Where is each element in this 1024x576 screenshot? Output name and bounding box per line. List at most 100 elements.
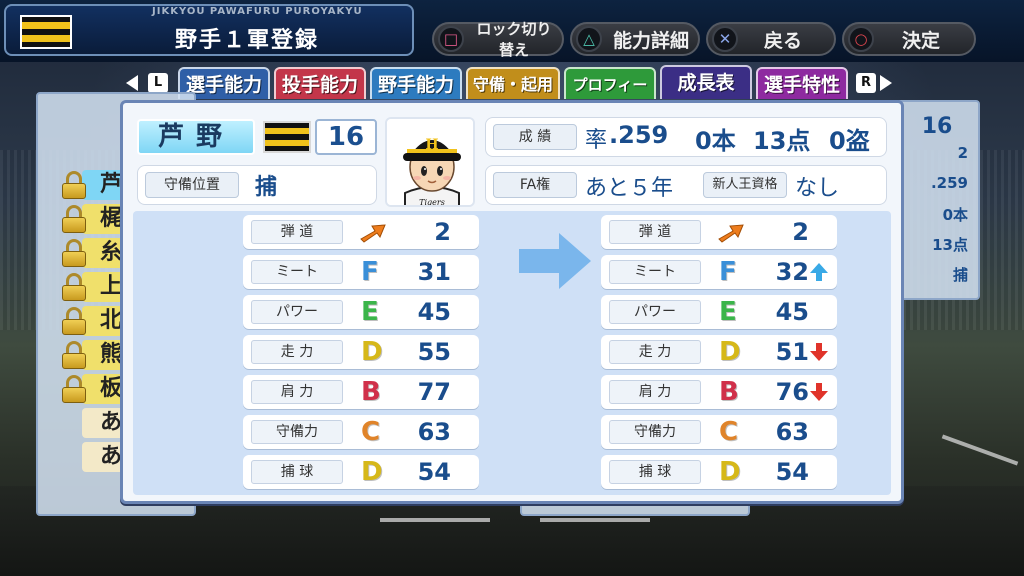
- position-value: 捕: [255, 175, 278, 200]
- tab-next-arrow-icon[interactable]: [880, 75, 892, 91]
- tab-fielder-ability[interactable]: 野手能力: [370, 67, 462, 99]
- stat-up-arrow-icon: [810, 263, 828, 281]
- stat-label: 守備力: [609, 420, 701, 444]
- tab-profile[interactable]: プロフィール: [564, 67, 656, 126]
- stat-row: 弾 道 2: [243, 215, 479, 249]
- stat-value: 76: [775, 378, 809, 406]
- stat-grade: D: [361, 337, 383, 367]
- summary-item: 13点: [932, 236, 968, 254]
- growth-arrow-icon: [519, 233, 591, 289]
- fa-value: あと５年: [585, 176, 674, 201]
- stat-grade: F: [361, 257, 379, 287]
- lock-toggle-label: ロック切り替え: [476, 20, 552, 59]
- stat-row: 守備力 C 63: [601, 415, 837, 449]
- player-face-icon: H Tigers: [387, 119, 473, 205]
- stat-value: 63: [417, 418, 451, 446]
- position-label: 守備位置: [145, 172, 239, 198]
- stat-label: 弾 道: [251, 220, 343, 244]
- stat-label: 捕 球: [609, 460, 701, 484]
- stat-grade: D: [361, 457, 383, 487]
- stat-grade: B: [361, 377, 381, 407]
- stat-value: 45: [775, 298, 809, 326]
- position-plate: 守備位置 捕: [137, 165, 377, 205]
- stat-label: 捕 球: [251, 460, 343, 484]
- stat-label: ミート: [251, 260, 343, 284]
- summary-item: 16: [921, 114, 953, 139]
- stat-row: 肩 力 B 76: [601, 375, 837, 409]
- lock-icon: [62, 341, 86, 369]
- stat-row: 守備力 C 63: [243, 415, 479, 449]
- home-runs: 0本: [695, 127, 736, 155]
- stat-value: 77: [417, 378, 451, 406]
- stat-value: 54: [417, 458, 451, 486]
- stat-value: 54: [775, 458, 809, 486]
- confirm-label: 決定: [901, 29, 940, 52]
- lock-icon: [62, 171, 86, 199]
- batting-average: .259: [609, 121, 669, 149]
- ability-detail-label: 能力詳細: [612, 29, 689, 52]
- stat-value: 32: [775, 258, 809, 286]
- stat-row: ミート F 32: [601, 255, 837, 289]
- trajectory-arrow-icon: [360, 224, 386, 243]
- stat-label: 走 力: [609, 340, 701, 364]
- page-title: 野手１軍登録: [175, 28, 320, 53]
- stolen-bases: 0盗: [829, 127, 870, 155]
- stat-label: 走 力: [251, 340, 343, 364]
- tab-defense-usage[interactable]: 守備・起用: [466, 67, 560, 99]
- summary-item: 捕: [952, 266, 968, 284]
- cross-button-icon: ✕: [712, 26, 738, 52]
- summary-item: 2: [957, 144, 968, 162]
- summary-item: 0本: [942, 206, 968, 224]
- lock-icon: [62, 307, 86, 335]
- stat-row: 走 力 D 51: [601, 335, 837, 369]
- stat-label: パワー: [251, 300, 343, 324]
- lock-icon: [62, 239, 86, 267]
- rookie-value: なし: [795, 176, 840, 201]
- growth-table-card: 芦野 16 守備位置 捕 H Tigers 成 績 率 .259 0本 13点 …: [120, 100, 904, 504]
- stat-row: 捕 球 D 54: [601, 455, 837, 489]
- confirm-button[interactable]: ○ 決定: [842, 22, 976, 56]
- l-button-icon: L: [148, 73, 168, 93]
- stat-down-arrow-icon: [810, 343, 828, 361]
- svg-text:H: H: [425, 137, 438, 153]
- tab-prev-arrow-icon[interactable]: [126, 75, 138, 91]
- stat-row: ミート F 31: [243, 255, 479, 289]
- r-button-icon: R: [856, 73, 876, 93]
- lock-icon: [62, 375, 86, 403]
- lock-icon: [62, 273, 86, 301]
- stat-grade: C: [719, 417, 739, 447]
- tab-pitcher-ability[interactable]: 投手能力: [274, 67, 366, 99]
- summary-item: .259: [930, 174, 968, 192]
- stat-row: 走 力 D 55: [243, 335, 479, 369]
- stat-label: 肩 力: [609, 380, 701, 404]
- back-button[interactable]: ✕ 戻る: [706, 22, 836, 56]
- uniform-number: 16: [315, 119, 377, 155]
- stat-value: 2: [434, 218, 451, 246]
- player-name: 芦野: [137, 119, 255, 155]
- stat-label: 守備力: [251, 420, 343, 444]
- stat-row: 弾 道 2: [601, 215, 837, 249]
- back-label: 戻る: [763, 29, 802, 52]
- stat-row: パワー E 45: [243, 295, 479, 329]
- stat-grade: D: [719, 457, 741, 487]
- fa-label: FA権: [493, 172, 577, 198]
- tab-growth-table[interactable]: 成長表: [660, 65, 752, 99]
- ability-detail-button[interactable]: △ 能力詳細: [570, 22, 700, 56]
- field-line: [380, 518, 490, 522]
- stat-row: パワー E 45: [601, 295, 837, 329]
- stat-label: パワー: [609, 300, 701, 324]
- stat-value: 2: [792, 218, 809, 246]
- tab-player-traits[interactable]: 選手特性: [756, 67, 848, 99]
- stat-value: 55: [417, 338, 451, 366]
- stat-grade: C: [361, 417, 381, 447]
- stat-grade: E: [719, 297, 737, 327]
- team-logo-icon: [20, 15, 72, 49]
- lock-toggle-button[interactable]: □ ロック切り替え: [432, 20, 564, 59]
- stat-value: 45: [417, 298, 451, 326]
- team-badge-icon: [263, 121, 311, 153]
- trajectory-arrow-icon: [718, 224, 744, 243]
- lock-icon: [62, 205, 86, 233]
- fa-plate: FA権 あと５年 新人王資格 なし: [485, 165, 887, 205]
- stat-grade: D: [719, 337, 741, 367]
- player-portrait: H Tigers: [385, 117, 475, 207]
